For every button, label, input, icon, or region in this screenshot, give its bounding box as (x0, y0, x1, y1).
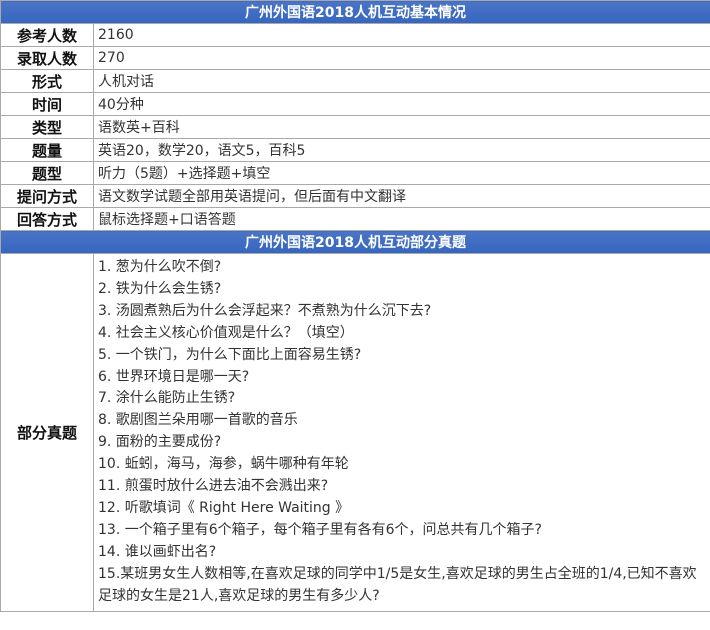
row-label: 时间 (0, 92, 94, 116)
questions-list: 1. 葱为什么吹不倒? 2. 铁为什么会生锈? 3. 汤圆煮熟后为什么会浮起来？… (93, 253, 710, 612)
row-value: 语数英+百科 (93, 115, 710, 139)
question-item: 4. 社会主义核心价值观是什么？（填空） (98, 324, 354, 341)
info-sheet: 广州外国语2018人机互动基本情况 参考人数 2160 录取人数 270 形式 … (0, 0, 710, 630)
row-value: 人机对话 (93, 69, 710, 93)
info-table: 广州外国语2018人机互动基本情况 参考人数 2160 录取人数 270 形式 … (0, 0, 710, 612)
table-row: 题型 听力（5题）+选择题+填空 (0, 161, 710, 185)
table-row: 回答方式 鼠标选择题+口语答题 (0, 207, 710, 231)
row-label: 类型 (0, 115, 94, 139)
row-label: 提问方式 (0, 184, 94, 208)
question-item: 8. 歌剧图兰朵用哪一首歌的音乐 (98, 412, 298, 429)
section-title-row: 广州外国语2018人机互动基本情况 (0, 0, 710, 24)
question-item: 10. 蚯蚓，海马，海参，蜗牛哪种有年轮 (98, 456, 349, 473)
row-value: 2160 (93, 23, 710, 47)
question-item: 1. 葱为什么吹不倒? (98, 259, 222, 275)
row-value: 40分种 (93, 92, 710, 116)
section1-title: 广州外国语2018人机互动基本情况 (0, 0, 710, 24)
question-item: 7. 涂什么能防止生锈? (98, 390, 236, 407)
table-row: 题量 英语20，数学20，语文5，百科5 (0, 138, 710, 162)
row-value: 英语20，数学20，语文5，百科5 (93, 138, 710, 162)
row-value: 270 (93, 46, 710, 70)
question-item: 9. 面粉的主要成份? (98, 434, 222, 451)
table-row: 录取人数 270 (0, 46, 710, 70)
question-item: 13. 一个箱子里有6个箱子，每个箱子里有各有6个，问总共有几个箱子? (98, 521, 542, 538)
row-label: 回答方式 (0, 207, 94, 231)
row-value: 语文数学试题全部用英语提问，但后面有中文翻译 (93, 184, 710, 208)
question-item: 15.某班男女生人数相等,在喜欢足球的同学中1/5是女生,喜欢足球的男生占全班的… (98, 565, 697, 604)
row-label: 参考人数 (0, 23, 94, 47)
questions-label: 部分真题 (0, 253, 94, 612)
table-row: 提问方式 语文数学试题全部用英语提问，但后面有中文翻译 (0, 184, 710, 208)
row-value: 鼠标选择题+口语答题 (93, 207, 710, 231)
row-value: 听力（5题）+选择题+填空 (93, 161, 710, 185)
table-row: 类型 语数英+百科 (0, 115, 710, 139)
section-title-row: 广州外国语2018人机互动部分真题 (0, 230, 710, 254)
questions-row: 部分真题 1. 葱为什么吹不倒? 2. 铁为什么会生锈? 3. 汤圆煮熟后为什么… (0, 253, 710, 612)
row-label: 题型 (0, 161, 94, 185)
table-row: 时间 40分种 (0, 92, 710, 116)
question-item: 12. 听歌填词《 Right Here Waiting 》 (98, 499, 350, 516)
question-item: 11. 煎蛋时放什么进去油不会溅出来? (98, 478, 329, 495)
section2-title: 广州外国语2018人机互动部分真题 (0, 230, 710, 254)
row-label: 题量 (0, 138, 94, 162)
question-item: 5. 一个铁门，为什么下面比上面容易生锈? (98, 346, 362, 363)
question-item: 2. 铁为什么会生锈? (98, 280, 222, 297)
row-label: 录取人数 (0, 46, 94, 70)
table-row: 参考人数 2160 (0, 23, 710, 47)
question-item: 6. 世界环境日是哪一天? (98, 368, 250, 385)
table-row: 形式 人机对话 (0, 69, 710, 93)
row-label: 形式 (0, 69, 94, 93)
question-item: 14. 谁以画虾出名? (98, 543, 217, 560)
question-item: 3. 汤圆煮熟后为什么会浮起来？不煮熟为什么沉下去? (98, 302, 432, 319)
